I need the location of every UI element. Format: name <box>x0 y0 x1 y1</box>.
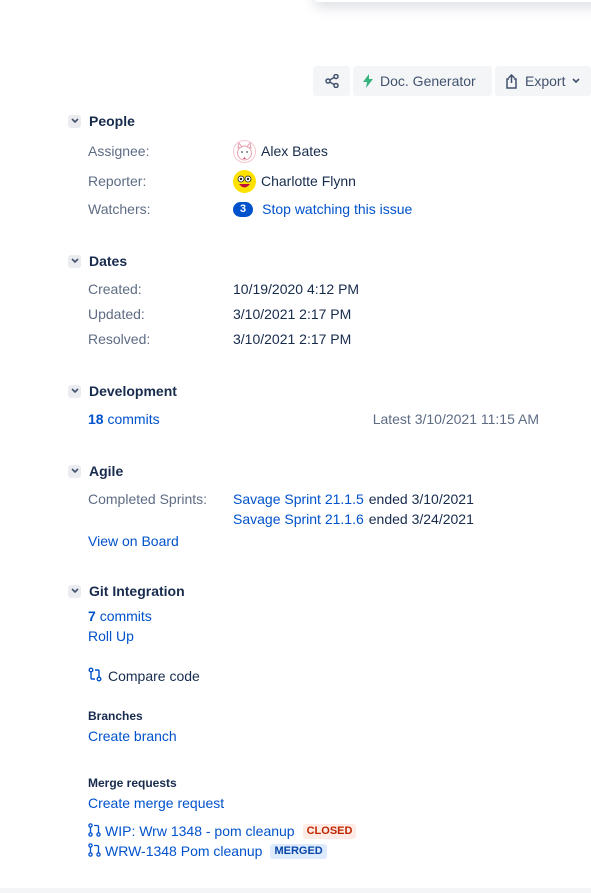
completed-sprints-label: Completed Sprints: <box>88 491 208 507</box>
sprint-row: Savage Sprint 21.1.6 ended 3/24/2021 <box>88 509 571 529</box>
sprint-link[interactable]: Savage Sprint 21.1.6 <box>233 511 364 527</box>
avatar[interactable] <box>233 169 256 193</box>
section-title: Dates <box>89 253 128 269</box>
updated-row: Updated: 3/10/2021 2:17 PM <box>88 304 571 324</box>
git-commits-link[interactable]: 7 commits <box>88 608 152 624</box>
issue-toolbar: Doc. Generator Export <box>313 66 591 96</box>
collapse-toggle-icon[interactable] <box>68 464 81 478</box>
lightning-icon <box>363 74 373 88</box>
roll-up-row: Roll Up <box>88 626 571 646</box>
people-section-header[interactable]: People <box>68 113 135 129</box>
reporter-name[interactable]: Charlotte Flynn <box>261 173 356 189</box>
bottom-divider <box>0 888 591 893</box>
merge-request-link[interactable]: WIP: Wrw 1348 - pom cleanup <box>105 823 295 839</box>
updated-value: 3/10/2021 2:17 PM <box>233 306 352 322</box>
resolved-value: 3/10/2021 2:17 PM <box>233 331 352 347</box>
reporter-row: Reporter: Charlotte Flynn <box>88 169 571 193</box>
roll-up-link[interactable]: Roll Up <box>88 628 134 644</box>
popup-shadow <box>315 0 591 2</box>
resolved-label: Resolved: <box>88 331 151 347</box>
chevron-down-icon <box>572 78 581 84</box>
dates-section-header[interactable]: Dates <box>68 253 127 269</box>
collapse-toggle-icon[interactable] <box>68 584 81 598</box>
commits-label[interactable]: commits <box>107 411 159 427</box>
section-title: Development <box>89 383 177 399</box>
updated-label: Updated: <box>88 306 145 322</box>
create-merge-request-row: Create merge request <box>88 793 571 813</box>
development-commits-link[interactable]: 18 commits <box>88 411 160 427</box>
git-section-header[interactable]: Git Integration <box>68 583 185 599</box>
collapse-toggle-icon[interactable] <box>68 384 81 398</box>
section-title: Git Integration <box>89 583 185 599</box>
commits-count[interactable]: 18 <box>88 411 104 427</box>
export-button[interactable]: Export <box>495 66 591 96</box>
sprint-ended: ended 3/10/2021 <box>368 491 474 507</box>
create-branch-row: Create branch <box>88 726 571 746</box>
sprint-ended: ended 3/24/2021 <box>368 511 474 527</box>
commits-label[interactable]: commits <box>100 608 152 624</box>
view-on-board-link[interactable]: View on Board <box>88 533 179 549</box>
created-row: Created: 10/19/2020 4:12 PM <box>88 279 571 299</box>
export-label: Export <box>525 73 566 89</box>
compare-code-link[interactable]: Compare code <box>88 667 200 685</box>
merge-request-icon <box>88 842 101 860</box>
create-branch-link[interactable]: Create branch <box>88 728 177 744</box>
assignee-row: Assignee: Alex Bates <box>88 139 571 163</box>
compare-code-label[interactable]: Compare code <box>108 668 200 684</box>
merge-request-link[interactable]: WRW-1348 Pom cleanup <box>105 843 262 859</box>
export-icon <box>505 73 518 89</box>
status-badge: MERGED <box>270 843 327 859</box>
share-icon <box>324 74 339 88</box>
created-value: 10/19/2020 4:12 PM <box>233 281 360 297</box>
reporter-label: Reporter: <box>88 173 147 189</box>
compare-code-row: Compare code <box>88 666 571 686</box>
compare-icon <box>88 667 102 685</box>
collapse-toggle-icon[interactable] <box>68 254 81 268</box>
assignee-name[interactable]: Alex Bates <box>261 143 328 159</box>
collapse-toggle-icon[interactable] <box>68 114 81 128</box>
section-title: People <box>89 113 135 129</box>
watchers-row: Watchers: 3 Stop watching this issue <box>88 199 571 219</box>
branches-heading: Branches <box>88 709 143 723</box>
development-commits-row: 18 commits Latest 3/10/2021 11:15 AM <box>88 409 539 429</box>
stop-watching-label[interactable]: Stop watching this issue <box>262 201 412 217</box>
view-on-board-row: View on Board <box>88 531 571 551</box>
sprint-row: Completed Sprints: Savage Sprint 21.1.5 … <box>88 489 571 509</box>
watchers-label: Watchers: <box>88 201 151 217</box>
created-label: Created: <box>88 281 142 297</box>
development-section-header[interactable]: Development <box>68 383 177 399</box>
stop-watching-link[interactable]: 3 Stop watching this issue <box>233 201 412 217</box>
doc-generator-label: Doc. Generator <box>380 73 476 89</box>
create-merge-request-link[interactable]: Create merge request <box>88 795 224 811</box>
avatar[interactable] <box>233 139 256 163</box>
agile-section-header[interactable]: Agile <box>68 463 123 479</box>
status-badge: CLOSED <box>302 823 357 839</box>
watchers-count-badge[interactable]: 3 <box>233 201 254 217</box>
doc-generator-button[interactable]: Doc. Generator <box>353 66 492 96</box>
resolved-row: Resolved: 3/10/2021 2:17 PM <box>88 329 571 349</box>
git-commits-row: 7 commits <box>88 606 571 626</box>
section-title: Agile <box>89 463 124 479</box>
merge-requests-heading: Merge requests <box>88 776 177 790</box>
assignee-label: Assignee: <box>88 143 150 159</box>
commits-count[interactable]: 7 <box>88 608 96 624</box>
merge-request-icon <box>88 822 101 840</box>
latest-commit-date: Latest 3/10/2021 11:15 AM <box>372 411 539 427</box>
sprint-link[interactable]: Savage Sprint 21.1.5 <box>233 491 364 507</box>
merge-request-item: WIP: Wrw 1348 - pom cleanup CLOSED <box>88 821 571 841</box>
share-button[interactable] <box>313 66 350 96</box>
merge-request-item: WRW-1348 Pom cleanup MERGED <box>88 841 571 861</box>
